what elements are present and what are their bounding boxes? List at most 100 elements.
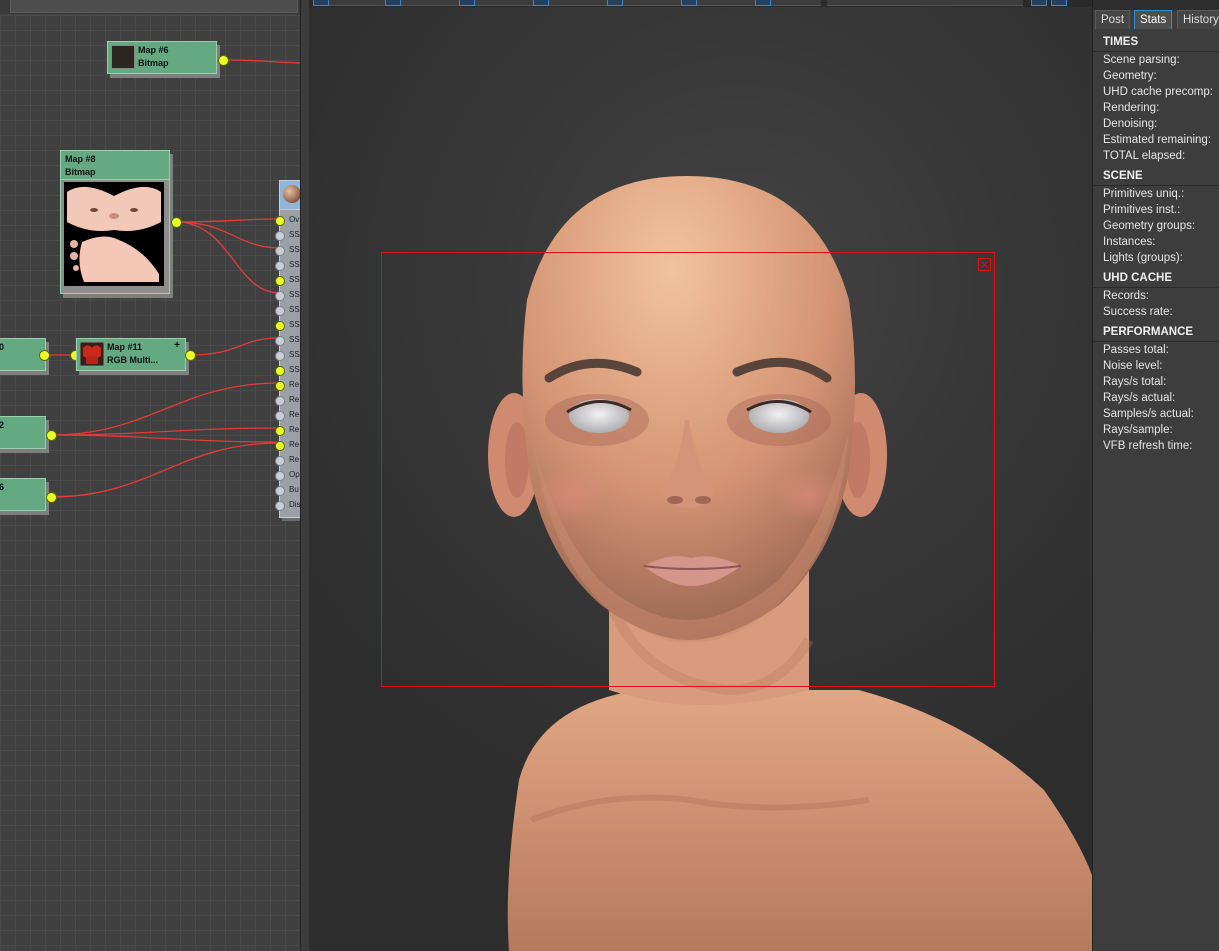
panel-tabs: Post Stats History (1095, 10, 1219, 29)
node-wires (44, 59, 300, 498)
bitmap-thumbnail (111, 45, 135, 69)
input-socket[interactable] (275, 231, 285, 241)
node-map8[interactable]: Map #8 Bitmap (60, 150, 170, 294)
input-socket[interactable] (275, 471, 285, 481)
input-socket[interactable] (275, 351, 285, 361)
node-type: Bitmap (65, 167, 96, 177)
input-socket[interactable] (275, 306, 285, 316)
stats-section-heading: PERFORMANCE (1093, 324, 1219, 342)
slot-label: Re (289, 395, 300, 404)
input-socket[interactable] (275, 291, 285, 301)
close-icon[interactable]: × (978, 258, 991, 271)
material-sphere-icon (283, 185, 300, 203)
material-slot[interactable]: SS (275, 363, 300, 378)
output-socket[interactable] (46, 492, 57, 503)
input-socket[interactable] (275, 336, 285, 346)
expand-plus-icon[interactable]: + (174, 340, 180, 351)
node-title: 0 (0, 342, 5, 352)
stats-row-label: Samples/s actual: (1103, 408, 1194, 420)
input-socket[interactable] (275, 276, 285, 286)
skin-texture-thumbnail (64, 182, 164, 286)
node-map6[interactable]: Map #6 Bitmap (107, 41, 217, 74)
material-slot[interactable]: Re (275, 453, 300, 468)
input-socket[interactable] (275, 321, 285, 331)
material-slot[interactable]: SS (275, 288, 300, 303)
node-map11[interactable]: Map #11 RGB Multi... + (76, 338, 186, 371)
slot-label: SS (289, 335, 300, 344)
render-region-frame[interactable]: × (381, 252, 995, 687)
material-slot[interactable]: Ov (275, 213, 300, 228)
output-socket[interactable] (171, 217, 182, 228)
input-socket[interactable] (275, 381, 285, 391)
material-slot[interactable]: SS (275, 273, 300, 288)
material-slot[interactable]: SS (275, 348, 300, 363)
output-socket[interactable] (46, 430, 57, 441)
input-socket[interactable] (275, 426, 285, 436)
slot-label: SS (289, 365, 300, 374)
input-socket[interactable] (275, 261, 285, 271)
material-slot[interactable]: SS (275, 333, 300, 348)
input-socket[interactable] (275, 456, 285, 466)
stats-row-label: Geometry: (1103, 70, 1157, 82)
material-slot[interactable]: SS (275, 318, 300, 333)
wire-c-re (50, 442, 280, 498)
material-slot[interactable]: Re (275, 423, 300, 438)
wire-map11 (189, 337, 280, 356)
wire-b-re2 (50, 427, 280, 436)
material-slot[interactable]: Op (275, 468, 300, 483)
stats-row-label: Success rate: (1103, 306, 1173, 318)
stats-row-label: Scene parsing: (1103, 54, 1180, 66)
material-slot[interactable]: Re (275, 408, 300, 423)
vfb-side-panel: Post Stats History TIMES Scene parsing: Ge… (1092, 0, 1219, 951)
stats-row-label: Rays/s total: (1103, 376, 1167, 388)
stats-section-heading: UHD CACHE (1093, 270, 1219, 288)
material-slot[interactable]: Re (275, 438, 300, 453)
slot-label: SS (289, 260, 300, 269)
tab-history[interactable]: History (1177, 10, 1219, 29)
material-node[interactable]: Ov SS SS SS SS SS SS SS SS SS SS Re Re Re Re Re Re Op Bu Di… (275, 180, 300, 518)
input-socket[interactable] (275, 441, 285, 451)
stats-row-label: Rays/sample: (1103, 424, 1173, 436)
slate-node-editor[interactable]: Map #6 Bitmap Map #8 Bitmap 0 Map #11 RG… (0, 0, 300, 951)
node-left-c[interactable]: 6 (0, 478, 46, 511)
stats-row-label: Instances: (1103, 236, 1156, 248)
stats-row-label: Estimated remaining: (1103, 134, 1212, 146)
output-socket[interactable] (218, 55, 229, 66)
slot-label: Re (289, 425, 300, 434)
node-title: 6 (0, 482, 5, 492)
input-socket[interactable] (275, 411, 285, 421)
tab-post[interactable]: Post (1095, 10, 1131, 29)
material-slot[interactable]: SS (275, 228, 300, 243)
input-socket[interactable] (275, 396, 285, 406)
slot-label: SS (289, 245, 300, 254)
node-left-b[interactable]: 2 (0, 416, 46, 449)
material-preview (280, 181, 300, 210)
slot-label: SS (289, 290, 300, 299)
material-slot[interactable]: Re (275, 378, 300, 393)
stats-row-label: Lights (groups): (1103, 252, 1183, 264)
material-slot[interactable]: SS (275, 243, 300, 258)
material-slot[interactable]: Dis (275, 498, 300, 513)
stats-list: TIMES Scene parsing: Geometry: UHD cache pr… (1093, 30, 1219, 454)
stats-row-label: Primitives uniq.: (1103, 188, 1185, 200)
material-slot[interactable]: SS (275, 258, 300, 273)
output-socket[interactable] (185, 350, 196, 361)
vfb-render-view[interactable]: × (309, 0, 1092, 951)
material-slot[interactable]: Bu (275, 483, 300, 498)
slot-label: Bu (289, 485, 299, 494)
wire-b-re3 (50, 434, 280, 443)
input-socket[interactable] (275, 486, 285, 496)
material-slot[interactable]: SS (275, 303, 300, 318)
node-title: Map #8 (65, 154, 96, 164)
node-title: Map #11 (107, 342, 143, 352)
slot-label: SS (289, 230, 300, 239)
material-slot[interactable]: Re (275, 393, 300, 408)
input-socket[interactable] (275, 366, 285, 376)
output-socket[interactable] (39, 350, 50, 361)
wire-map8-ov (175, 218, 280, 223)
tab-stats[interactable]: Stats (1134, 10, 1173, 29)
input-socket[interactable] (275, 216, 285, 226)
input-socket[interactable] (275, 246, 285, 256)
input-socket[interactable] (275, 501, 285, 511)
slot-label: Op (289, 470, 300, 479)
